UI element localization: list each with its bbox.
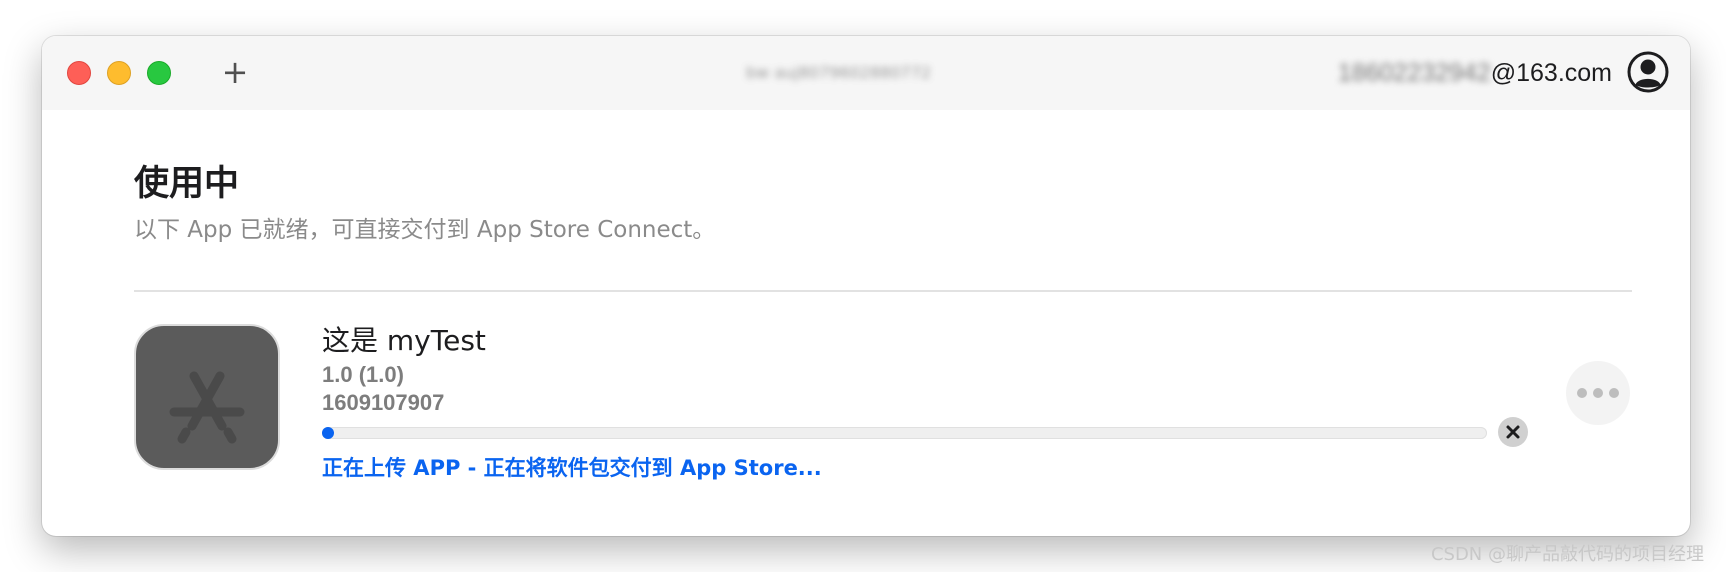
watermark: CSDN @聊产品敲代码的项目经理 xyxy=(1430,544,1704,565)
app-id: 1609107907 xyxy=(322,390,445,415)
plus-icon[interactable]: + xyxy=(218,52,252,92)
app-version: 1.0 (1.0) xyxy=(322,362,404,387)
more-dot xyxy=(1609,388,1619,398)
app-store-glyph-icon xyxy=(169,371,245,444)
upload-status: 正在上传 APP - 正在将软件包交付到 App Store... xyxy=(322,456,822,480)
upload-progress-fill xyxy=(322,427,334,439)
upload-progress-bar xyxy=(322,427,1487,439)
title-bar: + bw auj8079602880772 18602232942 @163.co… xyxy=(42,36,1690,110)
transporter-window: + bw auj8079602880772 18602232942 @163.co… xyxy=(42,36,1690,536)
app-store-placeholder-icon xyxy=(134,324,280,470)
more-dot xyxy=(1577,388,1587,398)
close-window-icon[interactable] xyxy=(67,61,91,85)
window-title: bw auj8079602880772 xyxy=(746,63,932,82)
account-icon[interactable] xyxy=(1626,50,1670,94)
minimize-window-icon[interactable] xyxy=(107,61,131,85)
account-email: 18602232942 @163.com xyxy=(1338,56,1612,90)
app-name: 这是 myTest xyxy=(322,324,486,357)
cancel-icon[interactable] xyxy=(1497,416,1529,448)
account-email-obscured: 18602232942 xyxy=(1337,58,1491,87)
account-email-domain: @163.com xyxy=(1490,58,1612,87)
more-options-icon[interactable] xyxy=(1566,361,1630,425)
section-title: 使用中 xyxy=(134,164,240,204)
more-dot xyxy=(1593,388,1603,398)
section-subtitle: 以下 App 已就绪，可直接交付到 App Store Connect。 xyxy=(134,217,716,243)
main-content: 使用中 以下 App 已就绪，可直接交付到 App Store Connect。… xyxy=(42,110,1690,536)
maximize-window-icon[interactable] xyxy=(147,61,171,85)
divider xyxy=(134,290,1632,292)
